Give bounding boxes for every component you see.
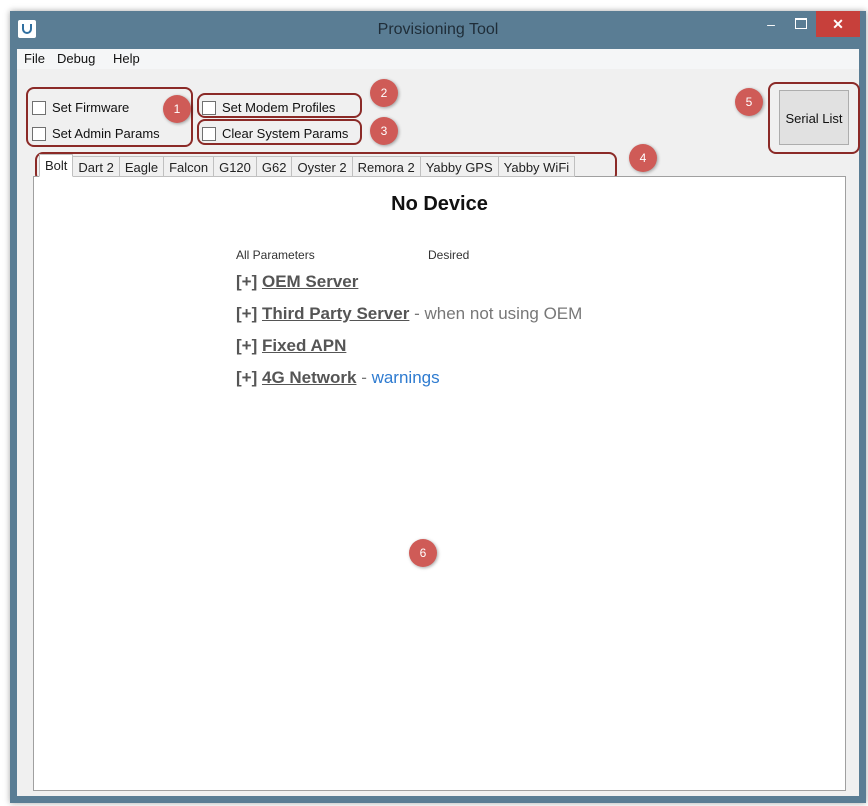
device-panel: No Device All Parameters Desired [+] OEM…: [33, 176, 846, 791]
tab-yabby-gps[interactable]: Yabby GPS: [420, 156, 499, 177]
tab-dart-2[interactable]: Dart 2: [73, 156, 120, 177]
expand-toggle[interactable]: [+]: [236, 336, 257, 355]
client-area: File Debug Help Set Firmware Set Admin P…: [17, 49, 860, 796]
section-fixed-apn: [+] Fixed APN: [236, 336, 346, 356]
all-parameters-header: All Parameters: [236, 248, 315, 262]
expand-toggle[interactable]: [+]: [236, 304, 257, 323]
section-4g-network: [+] 4G Network - warnings: [236, 368, 440, 388]
warnings-link[interactable]: warnings: [372, 368, 440, 387]
menu-help[interactable]: Help: [113, 51, 140, 66]
section-link[interactable]: 4G Network: [262, 368, 356, 387]
section-note: -: [356, 368, 372, 387]
annotation-marker-5: 5: [735, 88, 763, 116]
minimize-button[interactable]: –: [757, 11, 785, 37]
maximize-button[interactable]: [787, 11, 815, 37]
annotation-marker-3: 3: [370, 117, 398, 145]
app-window: Provisioning Tool – ✕ File Debug Help Se…: [10, 11, 866, 803]
tab-oyster-2[interactable]: Oyster 2: [292, 156, 353, 177]
expand-toggle[interactable]: [+]: [236, 368, 257, 387]
device-title: No Device: [391, 193, 488, 215]
menu-file[interactable]: File: [24, 51, 45, 66]
menu-debug[interactable]: Debug: [57, 51, 95, 66]
annotation-box-2: [197, 93, 362, 118]
maximize-icon: [795, 18, 807, 29]
section-note: - when not using OEM: [409, 304, 583, 323]
tab-falcon[interactable]: Falcon: [164, 156, 215, 177]
section-link[interactable]: OEM Server: [262, 272, 358, 291]
tab-yabby-wifi[interactable]: Yabby WiFi: [498, 156, 576, 177]
annotation-marker-1: 1: [163, 95, 191, 123]
device-tabs: Bolt Dart 2 Eagle Falcon G120 G62 Oyster…: [39, 154, 576, 177]
close-button[interactable]: ✕: [816, 11, 860, 37]
tab-eagle[interactable]: Eagle: [119, 156, 165, 177]
tab-bolt[interactable]: Bolt: [39, 154, 74, 177]
annotation-marker-4: 4: [629, 144, 657, 172]
tab-g62[interactable]: G62: [256, 156, 293, 177]
title-bar[interactable]: Provisioning Tool – ✕: [10, 11, 866, 49]
menu-bar: File Debug Help: [17, 49, 859, 69]
window-title: Provisioning Tool: [377, 21, 499, 38]
annotation-marker-6: 6: [409, 539, 437, 567]
tab-g120[interactable]: G120: [214, 156, 257, 177]
annotation-box-3: [197, 119, 362, 145]
desired-header: Desired: [428, 248, 470, 262]
serial-list-button[interactable]: Serial List: [779, 90, 849, 145]
tab-remora-2[interactable]: Remora 2: [352, 156, 421, 177]
section-link[interactable]: Third Party Server: [262, 304, 409, 323]
section-link[interactable]: Fixed APN: [262, 336, 346, 355]
section-oem-server: [+] OEM Server: [236, 272, 358, 292]
section-third-party-server: [+] Third Party Server - when not using …: [236, 304, 582, 324]
annotation-marker-2: 2: [370, 79, 398, 107]
expand-toggle[interactable]: [+]: [236, 272, 257, 291]
